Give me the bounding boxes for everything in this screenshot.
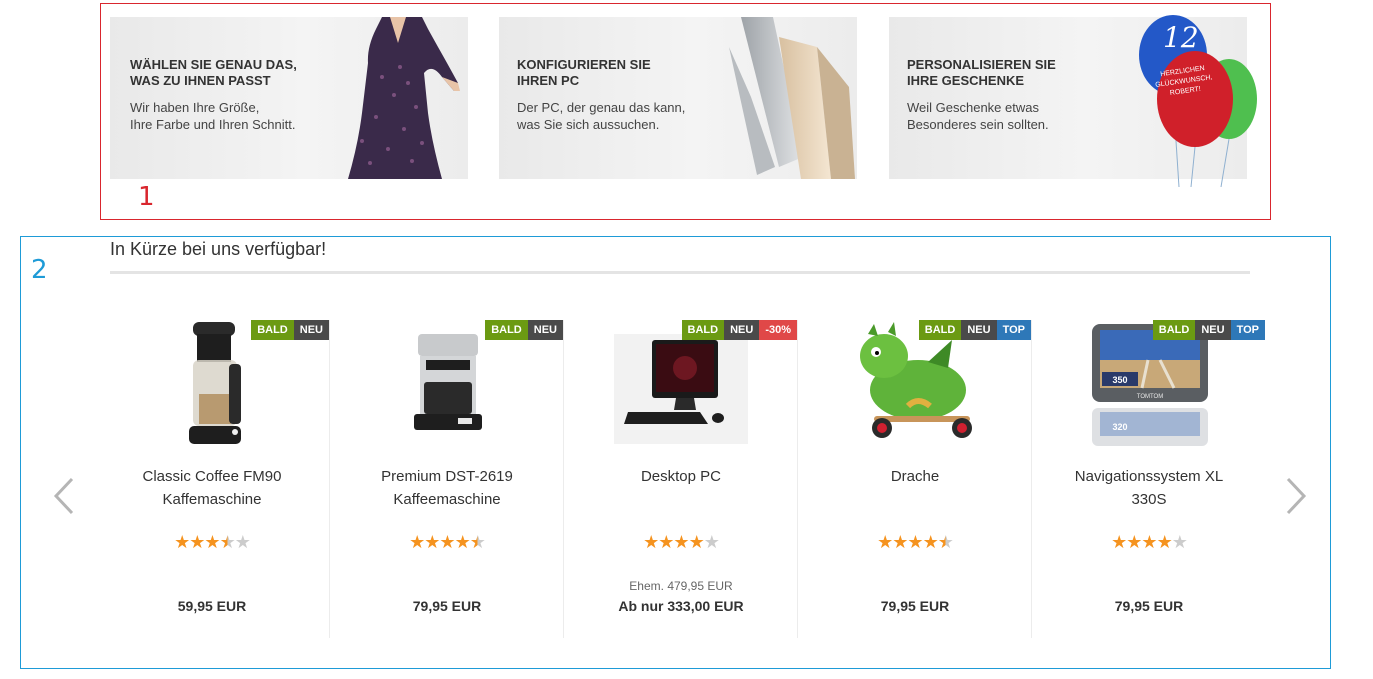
banner-gifts-title: PERSONALISIEREN SIE IHRE GESCHENKE <box>907 57 1056 88</box>
star-empty-icon: ★ <box>1171 532 1188 552</box>
product-name[interactable]: Desktop PC <box>574 465 788 488</box>
product-name[interactable]: Classic Coffee FM90 Kaffemaschine <box>105 465 319 511</box>
badge-bald: BALD <box>1152 320 1196 340</box>
product-card[interactable]: BALD NEU TOP Drache ★★★★★ 79,95 EUR <box>797 320 1031 638</box>
product-price: 79,95 EUR <box>412 598 482 614</box>
banner-gifts-text: Weil Geschenke etwas Besonderes sein sol… <box>907 100 1049 132</box>
product-badges: BALD NEU TOP <box>1152 320 1265 340</box>
badge-neu: NEU <box>527 320 563 340</box>
product-rating: ★★★★★ <box>564 532 798 553</box>
product-rating: ★★★★★ <box>1032 532 1266 553</box>
nav-speed: 350 <box>1112 375 1127 385</box>
star-icon: ★ <box>643 532 659 552</box>
woman-in-dress-image <box>348 17 460 179</box>
product-price: 59,95 EUR <box>177 598 247 614</box>
star-icon: ★ <box>688 532 705 552</box>
star-icon: ★ <box>877 532 893 552</box>
product-rating: ★★★★★ <box>798 532 1032 553</box>
badge-bald: BALD <box>681 320 725 340</box>
star-icon: ★ <box>673 532 689 552</box>
star-icon: ★ <box>922 532 939 552</box>
star-half-icon: ★ <box>219 532 236 552</box>
badge-neu: NEU <box>1195 320 1231 340</box>
badge-top: TOP <box>1230 320 1265 340</box>
banner-pc-text: Der PC, der genau das kann, was Sie sich… <box>517 100 686 132</box>
star-half-icon: ★ <box>937 532 954 552</box>
product-name[interactable]: Drache <box>808 465 1022 488</box>
star-icon: ★ <box>174 532 190 552</box>
banner-clothing[interactable]: WÄHLEN SIE GENAU DAS, WAS ZU IHNEN PASST… <box>110 17 468 179</box>
product-rating: ★★★★★ <box>330 532 564 553</box>
star-empty-icon: ★ <box>234 532 251 552</box>
badge-bald: BALD <box>251 320 294 340</box>
badge-neu: NEU <box>724 320 760 340</box>
product-card[interactable]: BALD NEU Classic Coffee FM90 Kaffemaschi… <box>95 320 329 638</box>
product-price: 79,95 EUR <box>880 598 950 614</box>
slider-prev-arrow-icon[interactable] <box>50 475 80 517</box>
banner-gifts[interactable]: PERSONALISIEREN SIE IHRE GESCHENKE Weil … <box>889 15 1257 187</box>
slider-next-arrow-icon[interactable] <box>1280 475 1310 517</box>
badge-neu: NEU <box>293 320 329 340</box>
badge-bald: BALD <box>485 320 528 340</box>
nav-reflection-distance: 320 <box>1112 422 1127 432</box>
star-icon: ★ <box>1141 532 1157 552</box>
star-icon: ★ <box>204 532 220 552</box>
product-badges: BALD NEU -30% <box>681 320 797 340</box>
star-icon: ★ <box>424 532 440 552</box>
section-title: In Kürze bei uns verfügbar! <box>110 239 327 259</box>
star-icon: ★ <box>439 532 455 552</box>
star-icon: ★ <box>907 532 923 552</box>
badge-top: TOP <box>996 320 1031 340</box>
laptops-image <box>729 17 855 179</box>
star-empty-icon: ★ <box>703 532 720 552</box>
star-icon: ★ <box>409 532 425 552</box>
banner-clothing-title: WÄHLEN SIE GENAU DAS, WAS ZU IHNEN PASST <box>130 57 297 88</box>
star-icon: ★ <box>189 532 205 552</box>
badge-neu: NEU <box>961 320 997 340</box>
product-price: Ab nur 333,00 EUR <box>618 598 744 614</box>
nav-brand: TOMTOM <box>1137 394 1163 400</box>
star-icon: ★ <box>1156 532 1173 552</box>
product-rating: ★★★★★ <box>95 532 329 553</box>
product-badges: BALD NEU <box>251 320 329 340</box>
section-divider <box>110 271 1250 274</box>
product-card[interactable]: BALD NEU Premium DST-2619 Kaffeemaschine… <box>329 320 563 638</box>
star-icon: ★ <box>658 532 674 552</box>
banner-clothing-text: Wir haben Ihre Größe, Ihre Farbe und Ihr… <box>130 100 296 132</box>
banner-pc[interactable]: KONFIGURIEREN SIE IHREN PC Der PC, der g… <box>499 17 857 179</box>
star-icon: ★ <box>1111 532 1127 552</box>
product-badges: BALD NEU TOP <box>918 320 1031 340</box>
product-price: 79,95 EUR <box>1114 598 1184 614</box>
badge-discount: -30% <box>759 320 797 340</box>
product-card[interactable]: BALD NEU -30% Desktop PC ★★★★★ Ehem. 479… <box>563 320 797 638</box>
product-card[interactable]: 350 TOMTOM 320 BALD NEU TOP Navigationss… <box>1031 320 1265 638</box>
annotation-label-1: 1 <box>138 182 155 212</box>
product-badges: BALD NEU <box>485 320 563 340</box>
product-old-price: Ehem. 479,95 EUR <box>629 579 733 593</box>
star-icon: ★ <box>1126 532 1142 552</box>
annotation-label-2: 2 <box>31 255 48 285</box>
star-icon: ★ <box>892 532 908 552</box>
balloon-number: 12 <box>1163 21 1199 54</box>
banner-pc-title: KONFIGURIEREN SIE IHREN PC <box>517 57 651 88</box>
product-name[interactable]: Navigationssystem XL 330S <box>1042 465 1256 511</box>
star-half-icon: ★ <box>469 532 486 552</box>
product-name[interactable]: Premium DST-2619 Kaffeemaschine <box>340 465 554 511</box>
badge-bald: BALD <box>918 320 962 340</box>
star-icon: ★ <box>454 532 471 552</box>
